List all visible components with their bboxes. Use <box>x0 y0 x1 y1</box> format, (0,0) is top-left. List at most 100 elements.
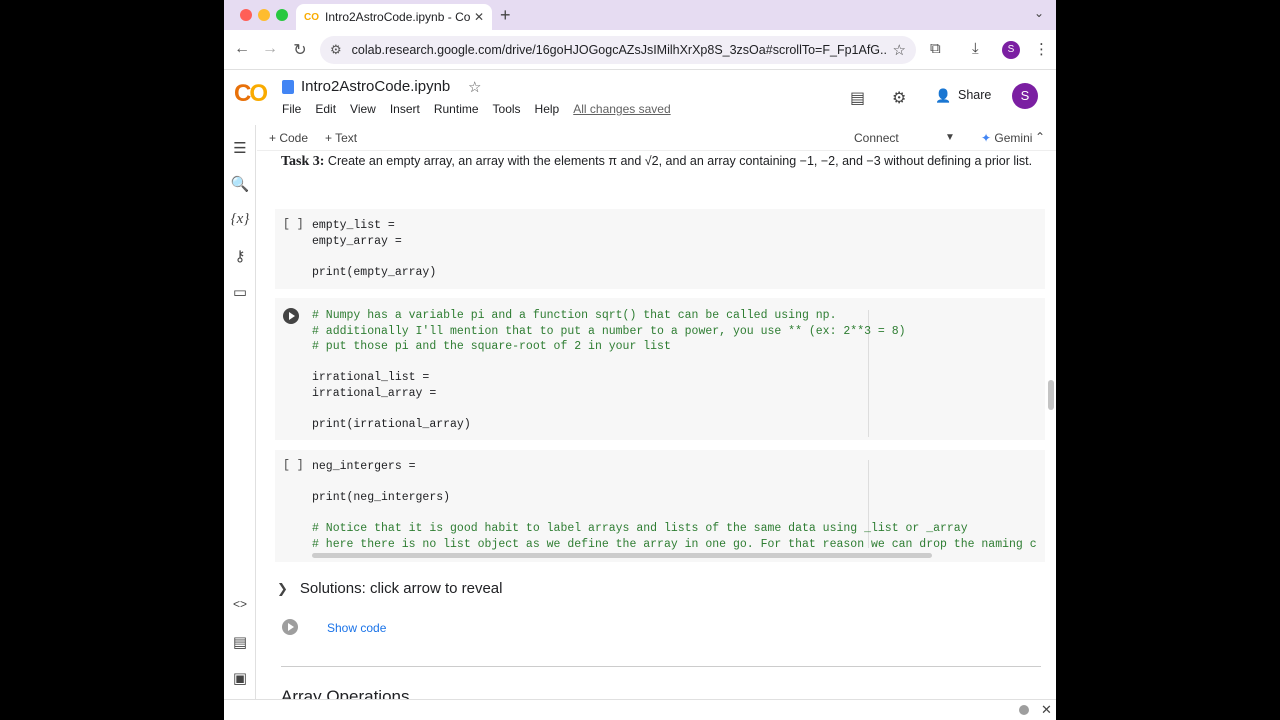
show-code-link[interactable]: Show code <box>327 621 386 635</box>
logo-c: C <box>234 80 251 107</box>
add-text-cell-button[interactable]: + Text <box>325 131 357 145</box>
next-section-heading[interactable]: Array Operations <box>281 687 410 699</box>
menu-tools[interactable]: Tools <box>493 102 521 116</box>
share-button[interactable]: Share <box>958 88 991 102</box>
connect-dropdown-icon[interactable]: ▼ <box>945 132 955 143</box>
user-avatar[interactable]: S <box>1012 83 1038 109</box>
gemini-button[interactable]: ✦ Gemini <box>981 131 1032 145</box>
secrets-key-icon[interactable]: ⚷ <box>230 247 250 265</box>
menu-insert[interactable]: Insert <box>390 102 420 116</box>
code-cell[interactable]: # Numpy has a variable pi and a function… <box>275 298 1045 440</box>
files-folder-icon[interactable]: ▭ <box>230 283 250 301</box>
code-line: empty_list = <box>312 219 395 232</box>
code-line: # put those pi and the square-root of 2 … <box>312 340 671 353</box>
minimize-window-button[interactable] <box>258 9 270 21</box>
gemini-spark-icon: ✦ <box>981 131 992 145</box>
menu-edit[interactable]: Edit <box>315 102 336 116</box>
menu-view[interactable]: View <box>350 102 376 116</box>
back-arrow-icon[interactable]: ← <box>232 40 252 58</box>
browser-menu-icon[interactable]: ⋮ <box>1034 40 1049 58</box>
forward-arrow-icon[interactable]: → <box>260 40 280 58</box>
extensions-icon[interactable]: ⧉ <box>930 40 941 57</box>
run-hidden-cell-button[interactable] <box>282 619 298 635</box>
cell-code[interactable]: # Numpy has a variable pi and a function… <box>312 308 906 432</box>
code-line: print(irrational_array) <box>312 417 471 431</box>
save-status-link[interactable]: All changes saved <box>573 102 670 116</box>
code-line: irrational_array = <box>312 386 437 400</box>
status-bar: ✕ <box>224 699 1056 720</box>
run-cell-button[interactable] <box>283 308 299 324</box>
search-icon[interactable]: 🔍 <box>230 175 250 193</box>
tab-title: Intro2AstroCode.ipynb - Cola <box>325 10 470 24</box>
site-info-icon[interactable]: ⚙ <box>330 42 342 58</box>
share-people-icon[interactable]: 👤 <box>935 88 951 104</box>
close-window-button[interactable] <box>240 9 252 21</box>
menu-help[interactable]: Help <box>535 102 560 116</box>
solutions-section-header[interactable]: ❯ Solutions: click arrow to reveal <box>277 580 503 597</box>
new-tab-button[interactable]: + <box>500 5 511 26</box>
code-line: print(neg_intergers) <box>312 491 451 504</box>
close-tab-icon[interactable]: ✕ <box>474 10 484 24</box>
command-palette-icon[interactable]: ▤ <box>230 633 250 651</box>
bookmark-star-icon[interactable]: ☆ <box>893 41 906 59</box>
url-text: colab.research.google.com/drive/16goHJOG… <box>351 43 887 57</box>
drive-file-icon <box>282 80 294 94</box>
cell-code[interactable]: neg_intergers = print(neg_intergers) # Not… <box>312 459 1039 552</box>
comments-icon[interactable]: ▤ <box>850 88 865 108</box>
code-snippets-icon[interactable]: <> <box>230 597 250 611</box>
table-of-contents-icon[interactable]: ☰ <box>230 139 250 157</box>
collapse-header-icon[interactable]: ⌃ <box>1035 130 1045 144</box>
cell-run-bracket[interactable]: [ ] <box>283 459 304 472</box>
browser-window: CO Intro2AstroCode.ipynb - Cola ✕ + ⌄ ← … <box>224 0 1056 720</box>
colab-header: CO Intro2AstroCode.ipynb ☆ File Edit Vie… <box>224 70 1056 125</box>
code-line: # Numpy has a variable pi and a function… <box>312 309 837 322</box>
settings-gear-icon[interactable]: ⚙ <box>892 88 906 108</box>
reload-icon[interactable]: ↻ <box>290 40 310 60</box>
menu-file[interactable]: File <box>282 102 301 116</box>
browser-tab[interactable]: CO Intro2AstroCode.ipynb - Cola ✕ <box>296 4 492 30</box>
add-code-cell-button[interactable]: + Code <box>269 131 308 145</box>
task-text-cell: Task 3: Create an empty array, an array … <box>281 151 1041 172</box>
tab-search-chevron-icon[interactable]: ⌄ <box>1034 6 1044 20</box>
code-line: print(empty_array) <box>312 265 437 279</box>
left-sidebar: ☰ 🔍 {x} ⚷ ▭ <> ▤ ▣ <box>224 125 256 720</box>
code-line: # Notice that it is good habit to label … <box>312 522 968 535</box>
menu-bar: File Edit View Insert Runtime Tools Help… <box>282 102 671 116</box>
colab-favicon-icon: CO <box>304 11 319 23</box>
download-icon[interactable]: ⤓ <box>972 40 979 57</box>
tab-strip: CO Intro2AstroCode.ipynb - Cola ✕ + ⌄ <box>224 0 1056 30</box>
close-status-icon[interactable]: ✕ <box>1041 702 1052 718</box>
notebook-content: Task 3: Create an empty array, an array … <box>257 151 1056 699</box>
cell-toolbar: + Code + Text Connect ▼ ✦ Gemini ⌃ <box>257 125 1056 151</box>
task-label: Task 3: <box>281 154 325 169</box>
task-description: Create an empty array, an array with the… <box>324 154 1033 168</box>
star-notebook-icon[interactable]: ☆ <box>468 78 481 96</box>
logo-o: O <box>249 80 268 107</box>
variables-icon[interactable]: {x} <box>230 211 250 228</box>
browser-toolbar: ← → ↻ ⚙ colab.research.google.com/drive/… <box>224 30 1056 70</box>
menu-runtime[interactable]: Runtime <box>434 102 479 116</box>
connect-runtime-button[interactable]: Connect <box>854 131 899 145</box>
colab-logo[interactable]: CO <box>234 80 268 108</box>
browser-profile-avatar[interactable]: S <box>1002 41 1020 59</box>
maximize-window-button[interactable] <box>276 9 288 21</box>
code-line: # additionally I'll mention that to put … <box>312 324 906 338</box>
solutions-heading: Solutions: click arrow to reveal <box>299 580 503 597</box>
cell-code[interactable]: empty_list = empty_array = print(empty_arr… <box>312 218 436 280</box>
notebook-title[interactable]: Intro2AstroCode.ipynb <box>301 78 450 95</box>
cell-run-bracket[interactable]: [ ] <box>283 218 304 231</box>
code-cell[interactable]: [ ] neg_intergers = print(neg_intergers) #… <box>275 450 1045 562</box>
terminal-icon[interactable]: ▣ <box>230 669 250 687</box>
code-cell[interactable]: [ ] empty_list = empty_array = print(empty… <box>275 209 1045 289</box>
expand-chevron-icon[interactable]: ❯ <box>277 581 288 596</box>
address-bar[interactable]: ⚙ colab.research.google.com/drive/16goHJ… <box>320 36 916 64</box>
code-line: # here there is no list object as we def… <box>312 537 1037 551</box>
section-divider <box>281 666 1041 667</box>
horizontal-scrollbar[interactable] <box>312 553 932 558</box>
vertical-scrollbar[interactable] <box>1048 380 1054 410</box>
